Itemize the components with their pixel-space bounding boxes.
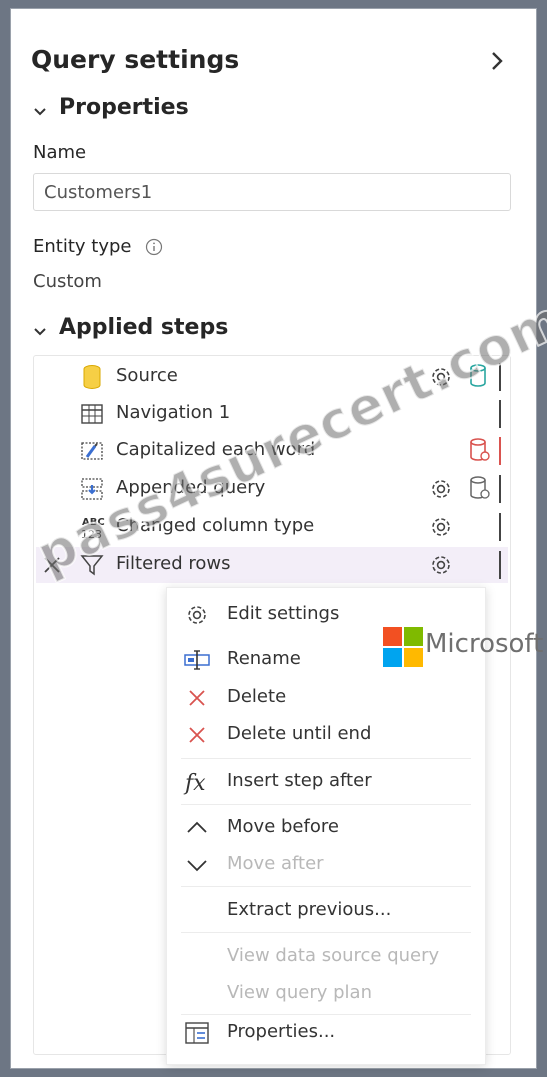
menu-item-label: Move before bbox=[227, 816, 339, 837]
menu-item-label: Properties... bbox=[227, 1021, 336, 1042]
gear-icon bbox=[188, 606, 206, 624]
menu-separator bbox=[181, 1014, 471, 1015]
step-label: Filtered rows bbox=[116, 553, 231, 574]
properties-icon bbox=[185, 1022, 209, 1044]
fx-icon: fx bbox=[183, 771, 206, 795]
step-label: Source bbox=[116, 365, 178, 386]
append-icon bbox=[81, 478, 103, 500]
chevron-right-icon[interactable] bbox=[487, 49, 507, 73]
panel-title: Query settings bbox=[31, 45, 240, 74]
info-icon[interactable] bbox=[145, 238, 163, 256]
menu-item-move-before[interactable]: Move before bbox=[167, 811, 485, 845]
chevron-up-icon bbox=[187, 821, 207, 833]
close-icon bbox=[189, 690, 205, 706]
menu-item-view-data-source-query: View data source query bbox=[167, 940, 485, 974]
properties-heading[interactable]: Properties bbox=[59, 95, 189, 120]
svg-text:fx: fx bbox=[183, 771, 206, 795]
step-navigation-1[interactable]: Navigation 1 bbox=[36, 396, 508, 432]
menu-item-insert-step-after[interactable]: fx Insert step after bbox=[167, 765, 485, 799]
applied-steps-heading[interactable]: Applied steps bbox=[59, 315, 228, 340]
svg-text:ABC: ABC bbox=[82, 517, 105, 528]
menu-separator bbox=[181, 932, 471, 933]
chevron-down-icon[interactable] bbox=[33, 105, 47, 119]
step-divider bbox=[499, 363, 501, 391]
menu-item-move-after: Move after bbox=[167, 848, 485, 882]
gear-icon[interactable] bbox=[428, 514, 454, 540]
menu-separator bbox=[181, 758, 471, 759]
step-label: Capitalized each word bbox=[116, 439, 316, 460]
step-divider bbox=[499, 437, 501, 465]
chevron-down-icon bbox=[187, 860, 207, 872]
entity-type-value: Custom bbox=[33, 271, 102, 292]
menu-separator bbox=[181, 804, 471, 805]
filter-icon bbox=[80, 555, 104, 576]
svg-text:123: 123 bbox=[81, 528, 102, 541]
menu-item-properties[interactable]: Properties... bbox=[167, 1016, 485, 1050]
menu-item-label: Delete until end bbox=[227, 723, 372, 744]
abc-123-icon: ABC 123 bbox=[81, 517, 105, 541]
menu-separator bbox=[181, 886, 471, 887]
datasource-icon[interactable] bbox=[468, 475, 492, 501]
menu-item-label: Insert step after bbox=[227, 770, 372, 791]
step-label: Changed column type bbox=[116, 515, 315, 536]
menu-item-label: View data source query bbox=[227, 945, 440, 966]
menu-item-label: Delete bbox=[227, 686, 287, 707]
step-appended-query[interactable]: Appended query bbox=[36, 471, 508, 507]
gear-icon[interactable] bbox=[428, 552, 454, 578]
menu-item-label: Rename bbox=[227, 648, 301, 669]
step-divider bbox=[499, 400, 501, 428]
step-source[interactable]: Source bbox=[36, 359, 508, 395]
step-capitalized-each-word[interactable]: Capitalized each word bbox=[36, 433, 508, 469]
query-settings-panel: Query settings Properties Name Entity ty… bbox=[10, 8, 547, 1069]
datasource-icon[interactable] bbox=[468, 363, 492, 389]
menu-item-delete-until-end[interactable]: Delete until end bbox=[167, 718, 485, 752]
menu-item-label: Extract previous... bbox=[227, 899, 392, 920]
menu-item-edit-settings[interactable]: Edit settings bbox=[167, 598, 485, 632]
gear-icon[interactable] bbox=[428, 476, 454, 502]
step-label: Navigation 1 bbox=[116, 402, 231, 423]
menu-item-view-query-plan: View query plan bbox=[167, 977, 485, 1011]
entity-type-label: Entity type bbox=[33, 236, 132, 257]
menu-item-extract-previous[interactable]: Extract previous... bbox=[167, 894, 485, 928]
chevron-down-icon[interactable] bbox=[33, 325, 47, 339]
transform-icon bbox=[81, 442, 103, 460]
name-label: Name bbox=[33, 142, 87, 163]
menu-item-label: Move after bbox=[227, 853, 324, 874]
step-divider bbox=[499, 513, 501, 541]
database-icon bbox=[83, 365, 101, 389]
menu-item-delete[interactable]: Delete bbox=[167, 681, 485, 715]
close-icon bbox=[189, 727, 205, 743]
close-icon[interactable] bbox=[40, 553, 64, 577]
step-label: Appended query bbox=[116, 477, 266, 498]
datasource-warning-icon[interactable] bbox=[468, 437, 492, 463]
menu-item-label: View query plan bbox=[227, 982, 372, 1003]
microsoft-text: Microsoft bbox=[425, 629, 544, 659]
step-divider bbox=[499, 551, 501, 579]
rename-icon bbox=[184, 650, 210, 670]
microsoft-logo-icon bbox=[383, 627, 423, 667]
step-divider bbox=[499, 475, 501, 503]
gear-icon[interactable] bbox=[428, 364, 454, 390]
menu-item-label: Edit settings bbox=[227, 603, 340, 624]
name-input[interactable] bbox=[33, 173, 511, 211]
step-changed-column-type[interactable]: ABC 123 Changed column type bbox=[36, 509, 508, 545]
table-icon bbox=[81, 404, 103, 424]
step-filtered-rows[interactable]: Filtered rows bbox=[36, 547, 508, 583]
